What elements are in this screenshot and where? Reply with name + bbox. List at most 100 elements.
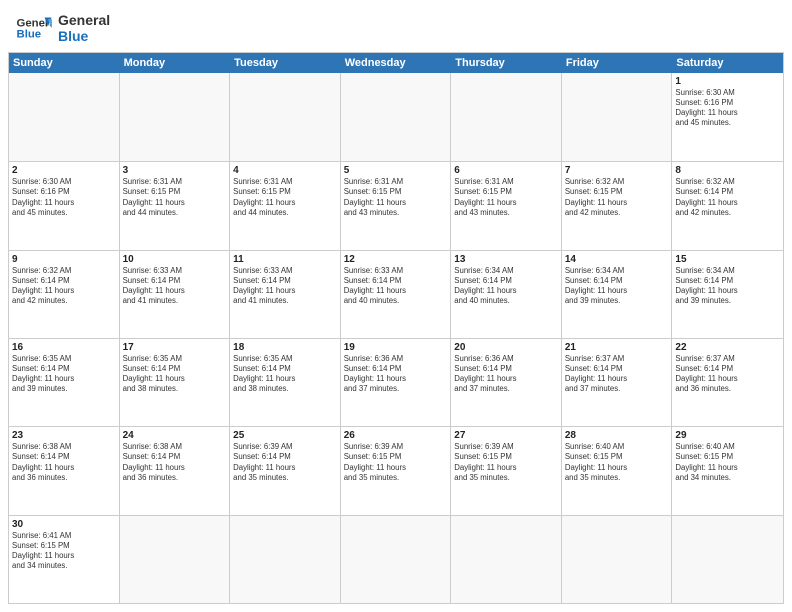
cell-info: Sunrise: 6:34 AM Sunset: 6:14 PM Dayligh… bbox=[675, 266, 780, 307]
cell-date-number: 12 bbox=[344, 254, 448, 265]
calendar-cell: 26Sunrise: 6:39 AM Sunset: 6:15 PM Dayli… bbox=[341, 427, 452, 514]
calendar-cell: 27Sunrise: 6:39 AM Sunset: 6:15 PM Dayli… bbox=[451, 427, 562, 514]
cell-info: Sunrise: 6:36 AM Sunset: 6:14 PM Dayligh… bbox=[344, 354, 448, 395]
calendar-cell: 14Sunrise: 6:34 AM Sunset: 6:14 PM Dayli… bbox=[562, 251, 673, 338]
calendar-cell: 29Sunrise: 6:40 AM Sunset: 6:15 PM Dayli… bbox=[672, 427, 783, 514]
cell-date-number: 13 bbox=[454, 254, 558, 265]
cell-info: Sunrise: 6:33 AM Sunset: 6:14 PM Dayligh… bbox=[344, 266, 448, 307]
cell-info: Sunrise: 6:30 AM Sunset: 6:16 PM Dayligh… bbox=[12, 177, 116, 218]
calendar-cell: 17Sunrise: 6:35 AM Sunset: 6:14 PM Dayli… bbox=[120, 339, 231, 426]
day-header-tuesday: Tuesday bbox=[230, 53, 341, 73]
day-header-saturday: Saturday bbox=[672, 53, 783, 73]
calendar-cell bbox=[451, 516, 562, 603]
cell-date-number: 16 bbox=[12, 342, 116, 353]
cell-info: Sunrise: 6:35 AM Sunset: 6:14 PM Dayligh… bbox=[12, 354, 116, 395]
calendar-cell bbox=[562, 516, 673, 603]
calendar-cell bbox=[9, 73, 120, 161]
cell-date-number: 10 bbox=[123, 254, 227, 265]
cell-info: Sunrise: 6:31 AM Sunset: 6:15 PM Dayligh… bbox=[344, 177, 448, 218]
cell-date-number: 28 bbox=[565, 430, 669, 441]
calendar-row: 1Sunrise: 6:30 AM Sunset: 6:16 PM Daylig… bbox=[9, 73, 783, 161]
cell-info: Sunrise: 6:32 AM Sunset: 6:14 PM Dayligh… bbox=[675, 177, 780, 218]
calendar-cell: 8Sunrise: 6:32 AM Sunset: 6:14 PM Daylig… bbox=[672, 162, 783, 249]
cell-date-number: 27 bbox=[454, 430, 558, 441]
calendar-cell: 9Sunrise: 6:32 AM Sunset: 6:14 PM Daylig… bbox=[9, 251, 120, 338]
cell-date-number: 29 bbox=[675, 430, 780, 441]
calendar-row: 30Sunrise: 6:41 AM Sunset: 6:15 PM Dayli… bbox=[9, 515, 783, 603]
cell-date-number: 9 bbox=[12, 254, 116, 265]
calendar-cell: 25Sunrise: 6:39 AM Sunset: 6:14 PM Dayli… bbox=[230, 427, 341, 514]
calendar-cell: 15Sunrise: 6:34 AM Sunset: 6:14 PM Dayli… bbox=[672, 251, 783, 338]
day-header-sunday: Sunday bbox=[9, 53, 120, 73]
cell-info: Sunrise: 6:31 AM Sunset: 6:15 PM Dayligh… bbox=[233, 177, 337, 218]
calendar-row: 9Sunrise: 6:32 AM Sunset: 6:14 PM Daylig… bbox=[9, 250, 783, 338]
calendar-cell bbox=[341, 516, 452, 603]
cell-date-number: 8 bbox=[675, 165, 780, 176]
cell-date-number: 6 bbox=[454, 165, 558, 176]
cell-info: Sunrise: 6:40 AM Sunset: 6:15 PM Dayligh… bbox=[675, 442, 780, 483]
calendar-cell: 16Sunrise: 6:35 AM Sunset: 6:14 PM Dayli… bbox=[9, 339, 120, 426]
calendar-cell: 4Sunrise: 6:31 AM Sunset: 6:15 PM Daylig… bbox=[230, 162, 341, 249]
cell-date-number: 25 bbox=[233, 430, 337, 441]
calendar-cell: 24Sunrise: 6:38 AM Sunset: 6:14 PM Dayli… bbox=[120, 427, 231, 514]
logo: General Blue General Blue bbox=[16, 12, 110, 44]
cell-info: Sunrise: 6:31 AM Sunset: 6:15 PM Dayligh… bbox=[454, 177, 558, 218]
calendar-cell: 12Sunrise: 6:33 AM Sunset: 6:14 PM Dayli… bbox=[341, 251, 452, 338]
calendar-cell: 19Sunrise: 6:36 AM Sunset: 6:14 PM Dayli… bbox=[341, 339, 452, 426]
cell-info: Sunrise: 6:33 AM Sunset: 6:14 PM Dayligh… bbox=[233, 266, 337, 307]
day-headers: SundayMondayTuesdayWednesdayThursdayFrid… bbox=[9, 53, 783, 73]
cell-date-number: 14 bbox=[565, 254, 669, 265]
calendar-cell: 6Sunrise: 6:31 AM Sunset: 6:15 PM Daylig… bbox=[451, 162, 562, 249]
calendar-cell: 22Sunrise: 6:37 AM Sunset: 6:14 PM Dayli… bbox=[672, 339, 783, 426]
cell-info: Sunrise: 6:35 AM Sunset: 6:14 PM Dayligh… bbox=[123, 354, 227, 395]
cell-date-number: 24 bbox=[123, 430, 227, 441]
calendar: SundayMondayTuesdayWednesdayThursdayFrid… bbox=[8, 52, 784, 604]
calendar-cell: 21Sunrise: 6:37 AM Sunset: 6:14 PM Dayli… bbox=[562, 339, 673, 426]
calendar-cell bbox=[672, 516, 783, 603]
cell-info: Sunrise: 6:31 AM Sunset: 6:15 PM Dayligh… bbox=[123, 177, 227, 218]
cell-date-number: 11 bbox=[233, 254, 337, 265]
calendar-cell bbox=[562, 73, 673, 161]
cell-info: Sunrise: 6:33 AM Sunset: 6:14 PM Dayligh… bbox=[123, 266, 227, 307]
cell-info: Sunrise: 6:30 AM Sunset: 6:16 PM Dayligh… bbox=[675, 88, 780, 129]
calendar-body: 1Sunrise: 6:30 AM Sunset: 6:16 PM Daylig… bbox=[9, 73, 783, 603]
cell-date-number: 15 bbox=[675, 254, 780, 265]
calendar-cell: 20Sunrise: 6:36 AM Sunset: 6:14 PM Dayli… bbox=[451, 339, 562, 426]
calendar-cell bbox=[120, 516, 231, 603]
calendar-cell: 7Sunrise: 6:32 AM Sunset: 6:15 PM Daylig… bbox=[562, 162, 673, 249]
cell-date-number: 17 bbox=[123, 342, 227, 353]
cell-info: Sunrise: 6:39 AM Sunset: 6:14 PM Dayligh… bbox=[233, 442, 337, 483]
calendar-cell: 11Sunrise: 6:33 AM Sunset: 6:14 PM Dayli… bbox=[230, 251, 341, 338]
cell-date-number: 18 bbox=[233, 342, 337, 353]
cell-date-number: 5 bbox=[344, 165, 448, 176]
logo-icon: General Blue bbox=[16, 14, 52, 42]
calendar-cell: 28Sunrise: 6:40 AM Sunset: 6:15 PM Dayli… bbox=[562, 427, 673, 514]
header: General Blue General Blue bbox=[0, 0, 792, 52]
calendar-cell bbox=[230, 73, 341, 161]
cell-info: Sunrise: 6:35 AM Sunset: 6:14 PM Dayligh… bbox=[233, 354, 337, 395]
cell-date-number: 7 bbox=[565, 165, 669, 176]
cell-date-number: 21 bbox=[565, 342, 669, 353]
cell-date-number: 4 bbox=[233, 165, 337, 176]
calendar-cell bbox=[341, 73, 452, 161]
cell-date-number: 1 bbox=[675, 76, 780, 87]
day-header-monday: Monday bbox=[120, 53, 231, 73]
cell-date-number: 19 bbox=[344, 342, 448, 353]
cell-info: Sunrise: 6:32 AM Sunset: 6:15 PM Dayligh… bbox=[565, 177, 669, 218]
cell-date-number: 22 bbox=[675, 342, 780, 353]
day-header-thursday: Thursday bbox=[451, 53, 562, 73]
calendar-cell: 30Sunrise: 6:41 AM Sunset: 6:15 PM Dayli… bbox=[9, 516, 120, 603]
cell-info: Sunrise: 6:32 AM Sunset: 6:14 PM Dayligh… bbox=[12, 266, 116, 307]
cell-info: Sunrise: 6:38 AM Sunset: 6:14 PM Dayligh… bbox=[12, 442, 116, 483]
calendar-cell bbox=[230, 516, 341, 603]
calendar-cell: 13Sunrise: 6:34 AM Sunset: 6:14 PM Dayli… bbox=[451, 251, 562, 338]
cell-info: Sunrise: 6:41 AM Sunset: 6:15 PM Dayligh… bbox=[12, 531, 116, 572]
logo-blue: Blue bbox=[58, 28, 110, 44]
cell-info: Sunrise: 6:37 AM Sunset: 6:14 PM Dayligh… bbox=[675, 354, 780, 395]
cell-info: Sunrise: 6:36 AM Sunset: 6:14 PM Dayligh… bbox=[454, 354, 558, 395]
cell-date-number: 26 bbox=[344, 430, 448, 441]
cell-info: Sunrise: 6:39 AM Sunset: 6:15 PM Dayligh… bbox=[344, 442, 448, 483]
cell-info: Sunrise: 6:39 AM Sunset: 6:15 PM Dayligh… bbox=[454, 442, 558, 483]
calendar-cell: 18Sunrise: 6:35 AM Sunset: 6:14 PM Dayli… bbox=[230, 339, 341, 426]
calendar-page: General Blue General Blue SundayMondayTu… bbox=[0, 0, 792, 612]
